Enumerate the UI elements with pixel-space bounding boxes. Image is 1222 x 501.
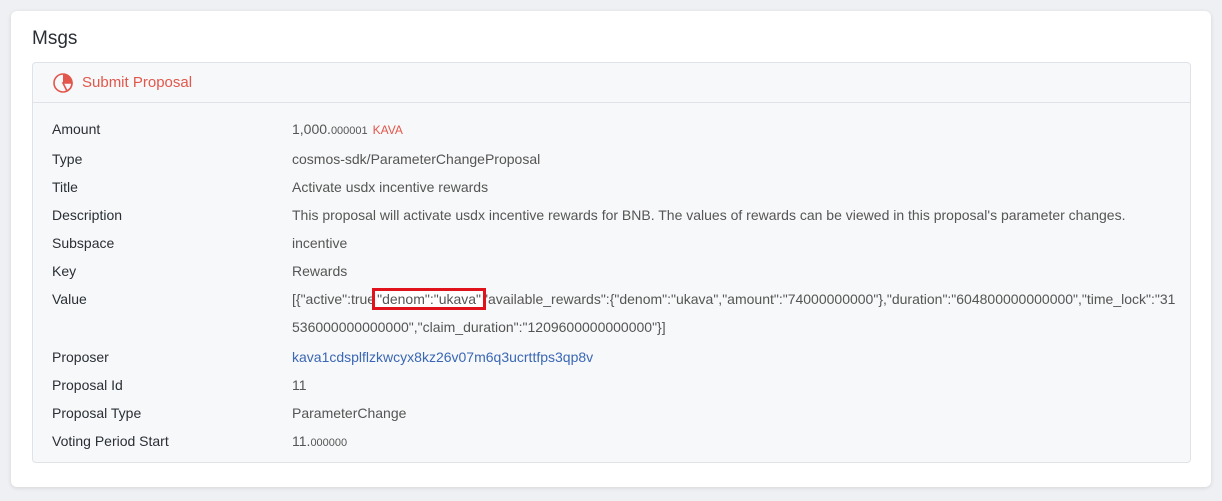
amount-int: 1,000. [292,121,331,137]
proposer-link[interactable]: kava1cdsplflzkwcyx8kz26v07m6q3ucrttfps3q… [292,349,593,365]
row-description: Description This proposal will activate … [52,201,1182,229]
section-title: Msgs [32,28,78,49]
key-label: Key [52,263,77,279]
description-value: This proposal will activate usdx incenti… [292,207,1126,223]
proposal-id-value: 11 [292,377,307,393]
message-header: Submit Proposal [33,63,1190,103]
description-label: Description [52,207,123,223]
subspace-value: incentive [292,235,348,251]
row-type: Type cosmos-sdk/ParameterChangeProposal [52,145,1182,173]
row-proposal-type: Proposal Type ParameterChange [52,399,1182,427]
message-fields: Amount 1,000.000001 KAVA Type cosmos-sdk/… [52,115,1182,457]
title-label: Title [52,179,78,195]
key-value: Rewards [292,263,348,279]
amount-label: Amount [52,121,101,137]
row-proposal-id: Proposal Id 11 [52,371,1182,399]
value-json: [{"active":true "denom":"ukava" "available… [292,285,1182,341]
row-title: Title Activate usdx incentive rewards [52,173,1182,201]
subspace-label: Subspace [52,235,115,251]
voting-period-start-label: Voting Period Start [52,433,169,449]
value-json-highlight: "denom":"ukava" [372,288,487,310]
proposal-type-value: ParameterChange [292,405,407,421]
row-value: Value [{"active":true "denom":"ukava" "ava… [52,285,1182,341]
row-subspace: Subspace incentive [52,229,1182,257]
amount-value: 1,000.000001 KAVA [292,115,1182,145]
message-type-label: Submit Proposal [82,74,193,91]
message-panel: Submit Proposal Amount 1,000.000001 KAVA … [32,62,1191,463]
pie-chart-icon [52,72,74,94]
row-proposer: Proposer kava1cdsplflzkwcyx8kz26v07m6q3u… [52,343,1182,371]
proposal-id-label: Proposal Id [52,377,123,393]
row-amount: Amount 1,000.000001 KAVA [52,115,1182,145]
value-json-before: [{"active":true [292,291,376,307]
row-key: Key Rewards [52,257,1182,285]
voting-period-start-int: 11. [292,433,311,449]
type-value: cosmos-sdk/ParameterChangeProposal [292,151,541,167]
proposal-type-label: Proposal Type [52,405,142,421]
voting-period-start-decimals: 000000 [310,437,348,449]
voting-period-start-value: 11.000000 [292,427,1182,457]
row-voting-period-start: Voting Period Start 11.000000 [52,427,1182,457]
proposer-label: Proposer [52,349,109,365]
value-label: Value [52,291,87,307]
title-value: Activate usdx incentive rewards [292,179,489,195]
amount-decimals: 000001 [330,125,368,137]
amount-denom: KAVA [372,123,403,137]
msgs-card: Msgs Submit Proposal Amount 1,000.000001… [11,11,1211,487]
type-label: Type [52,151,83,167]
